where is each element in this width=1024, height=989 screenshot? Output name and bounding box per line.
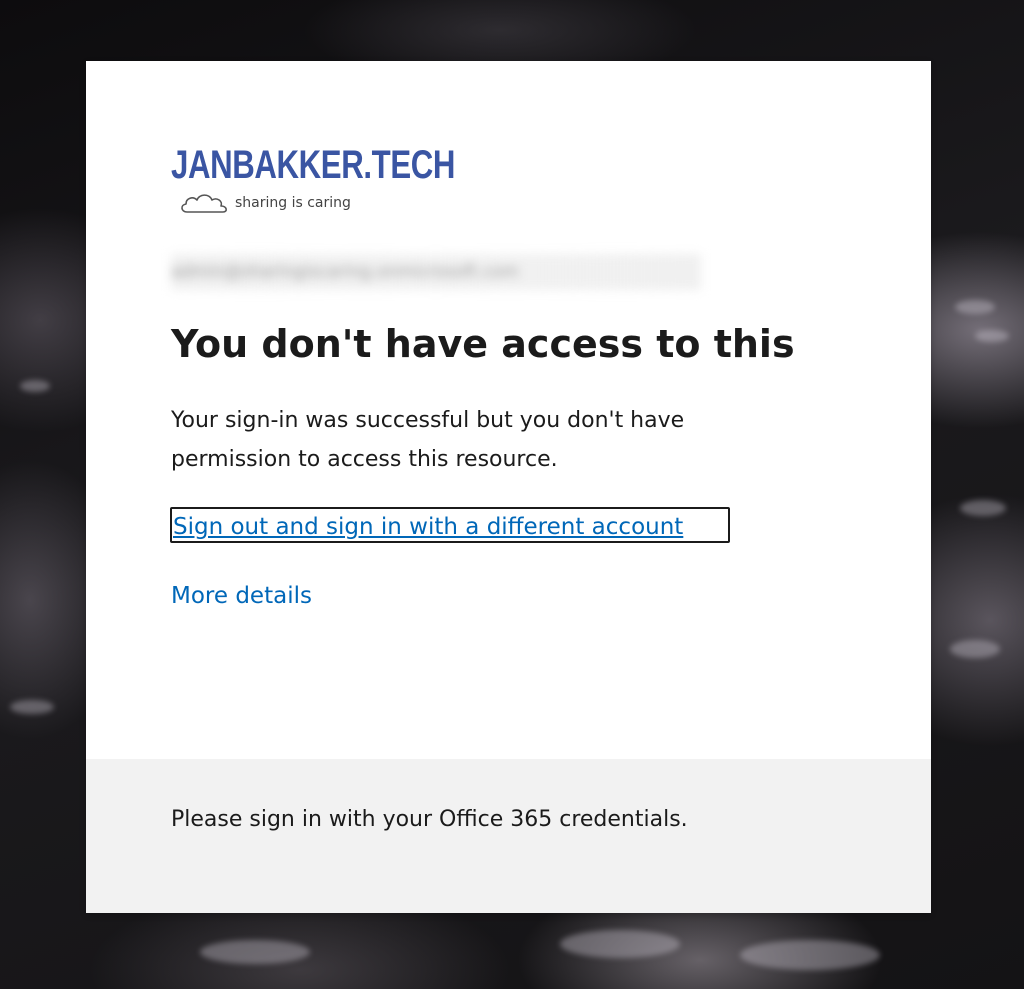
bokeh-light xyxy=(560,930,680,958)
bokeh-light xyxy=(20,380,50,392)
bokeh-light xyxy=(950,640,1000,658)
logo-tagline: sharing is caring xyxy=(235,195,351,211)
bokeh-light xyxy=(975,330,1009,342)
page-title: You don't have access to this xyxy=(171,322,795,366)
bokeh-light xyxy=(10,700,54,714)
bokeh-light xyxy=(740,940,880,970)
account-email: admin@sharingiscaring.onmicrosoft.com xyxy=(171,254,701,290)
footer: Please sign in with your Office 365 cred… xyxy=(86,759,931,913)
bokeh-light xyxy=(955,300,995,314)
bokeh-light xyxy=(960,500,1006,516)
access-denied-message: Your sign-in was successful but you don'… xyxy=(171,408,685,472)
company-logo: JANBAKKER.TECH sharing is caring xyxy=(171,141,471,219)
logo-title: JANBAKKER.TECH xyxy=(171,143,456,187)
cloud-icon xyxy=(181,194,227,213)
more-details-link[interactable]: More details xyxy=(171,578,312,614)
sign-out-link[interactable]: Sign out and sign in with a different ac… xyxy=(170,507,730,543)
sign-in-card: JANBAKKER.TECH sharing is caring admin@s… xyxy=(86,61,931,913)
footer-text: Please sign in with your Office 365 cred… xyxy=(171,807,688,832)
bokeh-light xyxy=(200,940,310,964)
